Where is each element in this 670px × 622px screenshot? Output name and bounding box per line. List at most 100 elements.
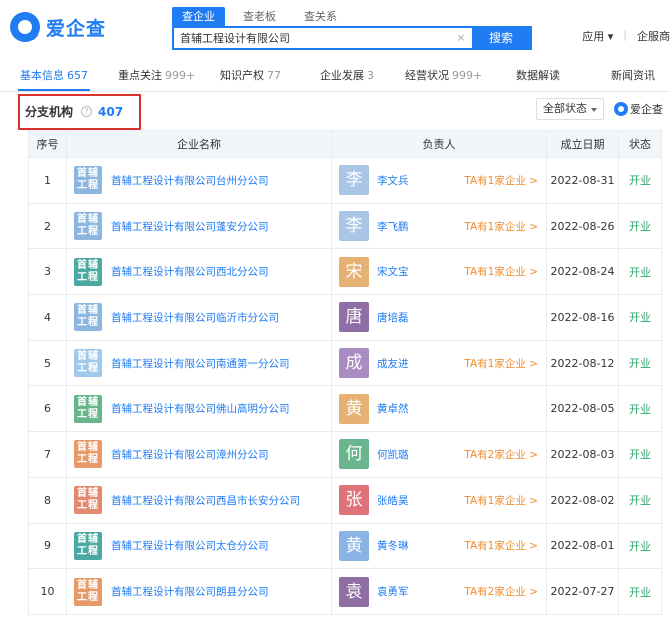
founded-date: 2022-08-26 [546,202,619,250]
avatar[interactable]: 李 [339,165,369,196]
person-name-link[interactable]: 李文兵 [377,173,409,188]
company-logo[interactable]: 首辅 工程 [74,486,102,515]
table-row: 6 首辅 工程 首辅工程设计有限公司佛山高明分公司黄黄卓然 2022-08-05 开业 [28,385,662,433]
company-cell: 首辅 工程 首辅工程设计有限公司太仓分公司 [66,522,332,570]
related-companies-link[interactable]: TA有2家企业 > [464,447,538,462]
enterprise-service-link[interactable]: 企服商 [637,28,670,44]
company-name-link[interactable]: 首辅工程设计有限公司佛山高明分公司 [111,401,290,416]
company-logo[interactable]: 首辅 工程 [74,394,102,423]
search-type-tabs: 查企业 查老板 查关系 [172,7,355,26]
search-button[interactable]: 搜索 [472,28,530,48]
avatar[interactable]: 黄 [339,393,369,424]
company-logo-line: 工程 [77,591,99,603]
company-logo-line: 首辅 [77,533,99,545]
highlight-annotation-box [18,94,141,130]
company-name-link[interactable]: 首辅工程设计有限公司南通第一分公司 [111,356,290,371]
company-name-link[interactable]: 首辅工程设计有限公司朗县分公司 [111,584,269,599]
related-companies-link[interactable]: TA有1家企业 > [464,493,538,508]
company-name-link[interactable]: 首辅工程设计有限公司临沂市分公司 [111,310,279,325]
person-entry: 黄黄卓然 [332,393,546,424]
avatar[interactable]: 张 [339,485,369,516]
apps-menu[interactable]: 应用 ▾ [582,28,613,44]
table-row: 4 首辅 工程 首辅工程设计有限公司临沂市分公司唐唐培磊 2022-08-16 开业 [28,294,662,341]
tab-search-boss[interactable]: 查老板 [233,7,286,26]
search-input[interactable] [174,28,450,48]
company-logo[interactable]: 首辅 工程 [74,531,102,560]
related-companies-link[interactable]: TA有2家企业 > [464,584,538,599]
avatar[interactable]: 黄 [339,530,369,561]
company-logo-line: 工程 [77,454,99,466]
tab-label: 重点关注 [118,69,162,82]
avatar[interactable]: 袁 [339,576,369,607]
company-name-link[interactable]: 首辅工程设计有限公司台州分公司 [111,173,269,188]
person-cell: 黄黄卓然 [331,385,547,433]
company-logo[interactable]: 首辅 工程 [74,303,102,332]
person-name-link[interactable]: 黄卓然 [377,401,409,416]
company-name-link[interactable]: 首辅工程设计有限公司太仓分公司 [111,538,269,553]
tab-label: 知识产权 [220,69,264,82]
company-logo[interactable]: 首辅 工程 [74,577,102,606]
tab-search-company[interactable]: 查企业 [172,7,225,26]
company-entry: 首辅 工程 首辅工程设计有限公司临沂市分公司 [67,303,331,332]
founded-date: 2022-08-31 [546,157,619,204]
company-entry: 首辅 工程 首辅工程设计有限公司西昌市长安分公司 [67,486,331,515]
col-header-date: 成立日期 [546,130,619,158]
related-companies-link[interactable]: TA有1家企业 > [464,538,538,553]
aiqicha-watermark: 爱企查 [614,101,663,117]
company-logo[interactable]: 首辅 工程 [74,440,102,469]
related-companies-link[interactable]: TA有1家企业 > [464,219,538,234]
avatar[interactable]: 宋 [339,256,369,287]
avatar[interactable]: 李 [339,211,369,242]
company-logo-line: 首辅 [77,396,99,408]
company-name-link[interactable]: 首辅工程设计有限公司西昌市长安分公司 [111,493,300,508]
company-logo[interactable]: 首辅 工程 [74,212,102,241]
person-name-link[interactable]: 唐培磊 [377,310,409,325]
company-logo-line: 首辅 [77,579,99,591]
avatar[interactable]: 何 [339,439,369,470]
related-companies-link[interactable]: TA有1家企业 > [464,173,538,188]
aiqicha-logo[interactable]: 爱企查 [10,12,106,42]
person-cell: 黄黄冬琳 TA有1家企业 > [331,522,547,570]
company-name-link[interactable]: 首辅工程设计有限公司漳州分公司 [111,447,269,462]
tab-key-focus[interactable]: 重点关注 999+ [118,67,195,83]
related-companies-link[interactable]: TA有1家企业 > [464,264,538,279]
company-logo-line: 首辅 [77,351,99,363]
divider: | [623,28,627,41]
tab-news[interactable]: 新闻资讯 [611,67,655,83]
table-row: 8 首辅 工程 首辅工程设计有限公司西昌市长安分公司张张皓昊 TA有1家企业 >2022… [28,476,662,524]
top-header: 爱企查 查企业 查老板 查关系 × 搜索 应用 ▾ | 企服商 [0,0,670,56]
person-name-link[interactable]: 张皓昊 [377,493,409,508]
status-filter-select[interactable]: 全部状态 [536,98,604,120]
person-name-link[interactable]: 宋文宝 [377,264,409,279]
tab-development[interactable]: 企业发展 3 [320,67,374,83]
tab-count: 657 [67,69,88,82]
person-cell: 袁袁勇军 TA有2家企业 > [331,568,547,615]
tab-search-relation[interactable]: 查关系 [294,7,347,26]
company-name-link[interactable]: 首辅工程设计有限公司蓬安分公司 [111,219,269,234]
person-name-link[interactable]: 成友进 [377,356,409,371]
person-name-link[interactable]: 李飞鹏 [377,219,409,234]
company-entry: 首辅 工程 首辅工程设计有限公司台州分公司 [67,166,331,195]
company-logo[interactable]: 首辅 工程 [74,257,102,286]
avatar[interactable]: 成 [339,348,369,379]
founded-date: 2022-07-27 [546,568,619,615]
tab-ip[interactable]: 知识产权 77 [220,67,281,83]
company-logo[interactable]: 首辅 工程 [74,349,102,378]
tab-basic-info[interactable]: 基本信息 657 [20,67,88,83]
watermark-text: 爱企查 [630,103,663,116]
tab-data-analysis[interactable]: 数据解读 [516,67,560,83]
col-header-status: 状态 [618,130,662,158]
person-name-link[interactable]: 黄冬琳 [377,538,409,553]
person-name-link[interactable]: 何凯璐 [377,447,409,462]
company-logo[interactable]: 首辅 工程 [74,166,102,195]
person-name-link[interactable]: 袁勇军 [377,584,409,599]
table-body: 1 首辅 工程 首辅工程设计有限公司台州分公司李李文兵 TA有1家企业 >2022-08… [28,157,662,615]
row-index: 10 [28,568,67,615]
clear-icon[interactable]: × [450,28,472,48]
tab-operations[interactable]: 经营状况 999+ [405,67,482,83]
company-name-link[interactable]: 首辅工程设计有限公司西北分公司 [111,264,269,279]
table-row: 3 首辅 工程 首辅工程设计有限公司西北分公司宋宋文宝 TA有1家企业 >2022-08… [28,248,662,296]
related-companies-link[interactable]: TA有1家企业 > [464,356,538,371]
company-cell: 首辅 工程 首辅工程设计有限公司西昌市长安分公司 [66,476,332,524]
avatar[interactable]: 唐 [339,302,369,333]
